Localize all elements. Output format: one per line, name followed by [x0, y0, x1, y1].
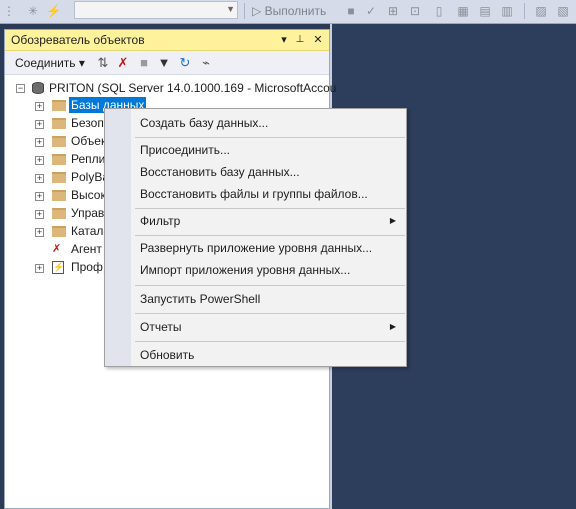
grid-icon[interactable]: ▦: [456, 4, 470, 18]
menu-item-label: Восстановить файлы и группы файлов...: [140, 187, 368, 201]
panel-title-bar: Обозреватель объектов ▾ ⊥ ✕: [5, 30, 329, 51]
menu-item-label: Восстановить базу данных...: [140, 165, 300, 179]
menu-item-restore-files[interactable]: Восстановить файлы и группы файлов...: [132, 183, 406, 205]
menu-separator: [135, 341, 405, 342]
menu-item-label: Создать базу данных...: [140, 116, 269, 130]
submenu-arrow-icon: ▶: [389, 216, 396, 225]
expand-icon[interactable]: +: [35, 210, 44, 219]
stop-icon[interactable]: ■: [136, 55, 152, 71]
play-icon: ▷: [252, 4, 262, 18]
menu-item-label: Импорт приложения уровня данных...: [140, 263, 351, 277]
menu-item-label: Фильтр: [140, 214, 181, 228]
connect-label: Соединить: [15, 56, 76, 70]
menu-item-import-dac[interactable]: Импорт приложения уровня данных...: [132, 259, 406, 281]
tree-node-label: Безоп: [71, 116, 104, 130]
stop-icon[interactable]: ■: [344, 4, 358, 18]
database-combo[interactable]: ▼: [74, 1, 238, 19]
tree-node-label: Репли: [71, 152, 106, 166]
agent-stopped-icon: ✗: [52, 243, 62, 255]
window-position-icon[interactable]: ▾: [277, 33, 291, 47]
menu-item-label: Присоединить...: [140, 143, 231, 157]
server-icon: [32, 82, 44, 94]
menu-item-label: Развернуть приложение уровня данных...: [140, 241, 373, 255]
folder-icon: [52, 136, 66, 147]
main-toolbar: ⋮ ✳ ⚡ ▼ ▷ Выполнить ■ ✓ ⊞ ⊡ ▯ ▦ ▤ ▥ ▨ ▧: [0, 0, 576, 24]
server-label: PRITON (SQL Server 14.0.1000.169 - Micro…: [49, 81, 337, 95]
toolbar-separator: [244, 3, 245, 19]
menu-item-attach[interactable]: Присоединить...: [132, 139, 406, 161]
menu-separator: [135, 313, 405, 314]
expand-icon[interactable]: +: [35, 192, 44, 201]
menu-separator: [135, 208, 405, 209]
menu-item-filter[interactable]: Фильтр ▶: [132, 210, 406, 232]
folder-icon: [52, 208, 66, 219]
execute-label: Выполнить: [264, 4, 327, 18]
tree-node-label: Высок: [71, 188, 106, 202]
panel-toolbar: Соединить ▾ ⇅ ✗ ■ ▼ ↻ ⌁: [5, 51, 329, 75]
expand-icon[interactable]: +: [35, 264, 44, 273]
collapse-icon[interactable]: −: [16, 84, 25, 93]
connect-button[interactable]: Соединить ▾: [15, 56, 85, 70]
file-results-icon[interactable]: ▥: [500, 4, 514, 18]
execute-button[interactable]: ▷ Выполнить: [252, 3, 326, 19]
tree-server-node[interactable]: − PRITON (SQL Server 14.0.1000.169 - Mic…: [5, 80, 336, 98]
expand-icon[interactable]: +: [35, 156, 44, 165]
chevron-down-icon: ▼: [226, 4, 235, 14]
expand-icon[interactable]: +: [35, 102, 44, 111]
submenu-arrow-icon: ▶: [389, 322, 396, 331]
profiler-icon: ⚡: [52, 261, 65, 274]
menu-item-refresh[interactable]: Обновить: [132, 344, 406, 366]
menu-item-powershell[interactable]: Запустить PowerShell: [132, 288, 406, 310]
menu-item-deploy-dac[interactable]: Развернуть приложение уровня данных...: [132, 237, 406, 259]
menu-icon-gutter: [105, 109, 131, 366]
expand-icon[interactable]: +: [35, 138, 44, 147]
panel-title: Обозреватель объектов: [11, 33, 145, 47]
toolbar-separator: [524, 3, 525, 19]
check-icon[interactable]: ✓: [364, 4, 378, 18]
filter-icon[interactable]: ▼: [156, 55, 172, 71]
tree-node-label: Проф: [71, 260, 103, 274]
connect-icon[interactable]: ⇅: [95, 55, 111, 71]
text-results-icon[interactable]: ▤: [478, 4, 492, 18]
filter-icon[interactable]: ⚡: [46, 4, 61, 18]
menu-item-label: Отчеты: [140, 320, 182, 334]
pin-icon[interactable]: ⊥: [293, 33, 307, 47]
folder-icon: [52, 100, 66, 111]
expand-icon[interactable]: +: [35, 120, 44, 129]
chevron-down-icon: ▾: [78, 56, 85, 70]
uncomment-icon[interactable]: ▧: [556, 4, 570, 18]
menu-item-create-database[interactable]: Создать базу данных...: [132, 112, 406, 134]
folder-icon: [52, 154, 66, 165]
activity-monitor-icon[interactable]: ⌁: [198, 55, 214, 71]
tree-node-label: Агент: [71, 242, 102, 256]
expand-icon[interactable]: +: [35, 228, 44, 237]
menu-item-label: Запустить PowerShell: [140, 292, 261, 306]
debug-icon[interactable]: ⊡: [408, 4, 422, 18]
disconnect-icon[interactable]: ✗: [115, 55, 131, 71]
context-menu: Создать базу данных... Присоединить... В…: [104, 108, 407, 367]
menu-item-restore-database[interactable]: Восстановить базу данных...: [132, 161, 406, 183]
menu-separator: [135, 137, 405, 138]
tree-node-label: Объек: [71, 134, 107, 148]
query-plan-icon[interactable]: ⊞: [386, 4, 400, 18]
folder-icon: [52, 172, 66, 183]
tree-node-label: Управ: [71, 206, 105, 220]
expand-icon[interactable]: +: [35, 174, 44, 183]
menu-item-reports[interactable]: Отчеты ▶: [132, 316, 406, 338]
comment-icon[interactable]: ▨: [534, 4, 548, 18]
toolbar-grip-icon: ⋮: [3, 4, 15, 18]
results-icon[interactable]: ▯: [432, 4, 446, 18]
folder-icon: [52, 190, 66, 201]
plug-icon[interactable]: ✳: [26, 4, 40, 18]
menu-separator: [135, 285, 405, 286]
folder-icon: [52, 118, 66, 129]
menu-separator: [135, 235, 405, 236]
folder-icon: [52, 226, 66, 237]
refresh-icon[interactable]: ↻: [177, 55, 193, 71]
tree-node-label: Катал: [71, 224, 104, 238]
menu-item-label: Обновить: [140, 348, 195, 362]
close-icon[interactable]: ✕: [311, 33, 325, 47]
